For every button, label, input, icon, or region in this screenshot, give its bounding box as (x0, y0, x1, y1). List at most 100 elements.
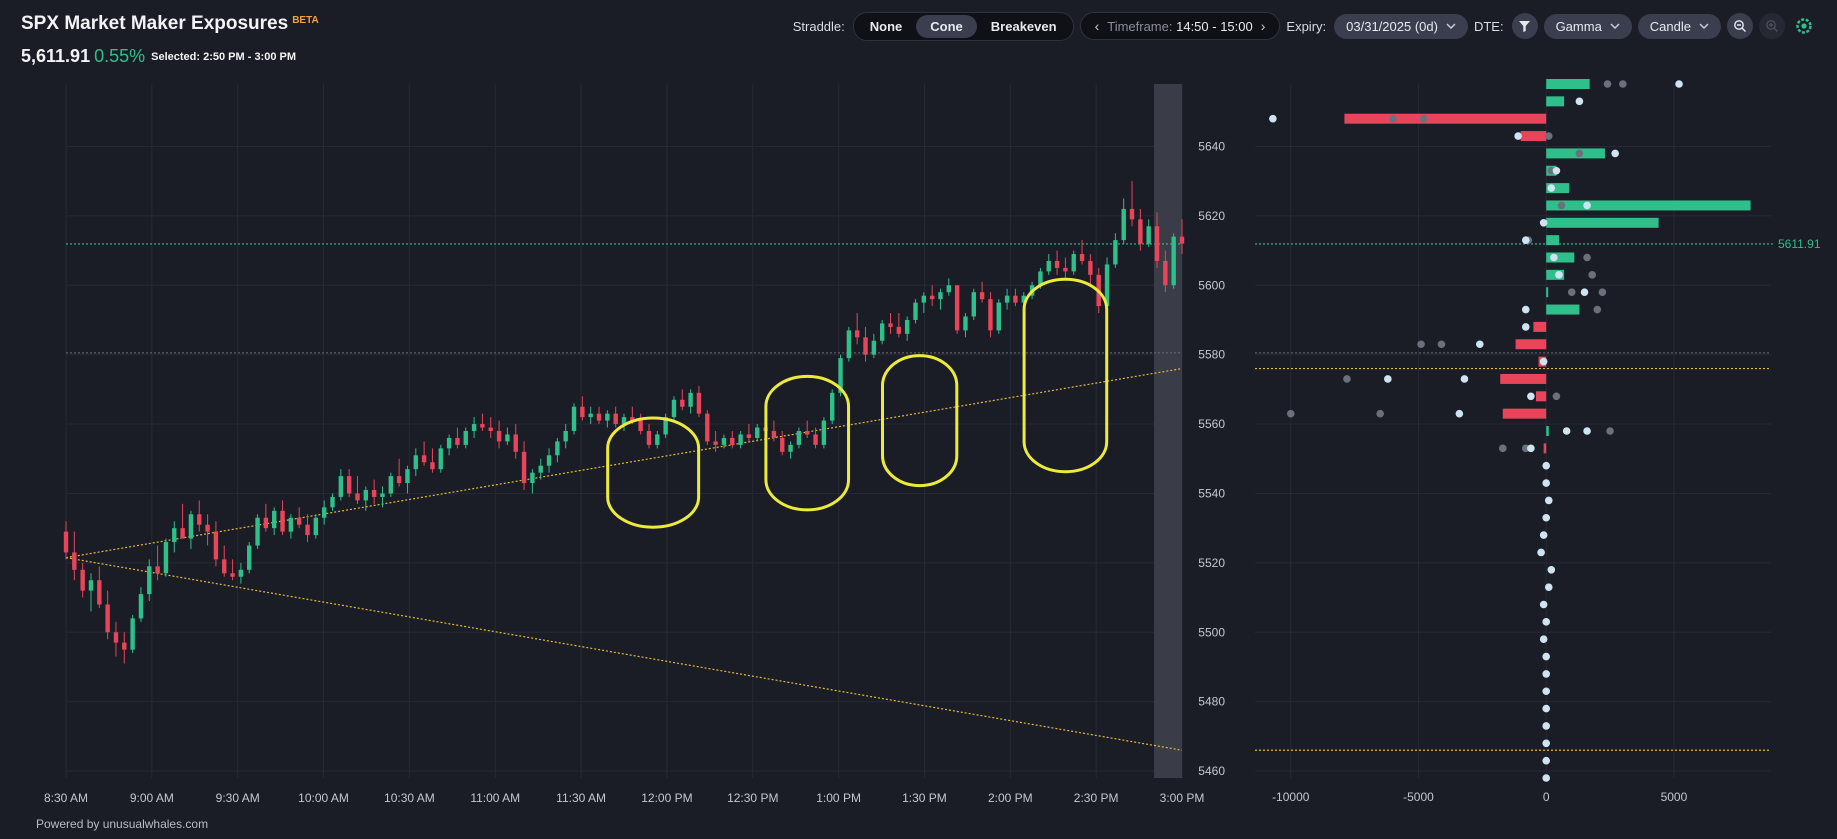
candle-body (830, 392, 835, 421)
candle-body (888, 323, 893, 327)
candle-body (904, 319, 910, 334)
candle-body (1113, 240, 1118, 265)
exposure-dot (1557, 201, 1566, 210)
candle-body (963, 316, 968, 331)
exposure-bar (1546, 217, 1659, 228)
exposure-dot (1514, 132, 1522, 140)
candle-body (463, 431, 468, 445)
exposure-dot (1619, 80, 1627, 88)
exposure-bar (1533, 321, 1547, 332)
candle-body (280, 510, 285, 532)
exposure-dot (1475, 340, 1484, 349)
exposure-bar (1502, 408, 1547, 419)
candle-body (230, 573, 235, 577)
exposure-tick-label: -10000 (1272, 790, 1310, 804)
exposure-bar (1546, 200, 1751, 211)
exposure-dot (1460, 375, 1469, 383)
candle-body (1054, 260, 1060, 268)
exposure-dot (1542, 739, 1551, 748)
exposure-dot (1583, 253, 1591, 262)
candle-body (88, 580, 94, 591)
current-price-label: 5611.91 (1778, 237, 1821, 251)
candle-body (313, 517, 319, 536)
highlight-oval (764, 374, 851, 512)
exposure-bar (1546, 426, 1549, 436)
exposure-dot (1575, 97, 1584, 106)
candle-body (1013, 295, 1018, 303)
candle-body (180, 528, 185, 539)
candle-body (496, 431, 502, 442)
exposure-dot (1376, 409, 1384, 418)
time-tick-label: 1:00 PM (816, 791, 861, 805)
candle-body (796, 431, 802, 445)
exposure-dot (1603, 80, 1612, 88)
strike-tick-label: 5460 (1198, 764, 1225, 778)
candle-body (555, 441, 560, 456)
candle-body (421, 455, 427, 463)
candle-body (1046, 260, 1051, 272)
candle-body (813, 434, 818, 445)
time-tick-label: 11:30 AM (556, 791, 606, 805)
candle-body (638, 420, 643, 431)
exposure-tick-label: 5000 (1661, 790, 1688, 804)
candle-body (113, 632, 119, 643)
candle-body (854, 330, 860, 338)
candle-body (863, 337, 868, 355)
candle-body (988, 299, 993, 331)
candle-body (605, 413, 610, 421)
exposure-dot (1542, 618, 1551, 626)
candle-body (147, 566, 152, 595)
candle-body (363, 489, 369, 501)
candle-body (521, 451, 527, 484)
exposure-dot (1567, 288, 1576, 297)
time-tick-label: 8:30 AM (44, 791, 88, 805)
candle-body (696, 392, 702, 414)
exposure-dot (1542, 652, 1551, 661)
time-tick-label: 3:00 PM (1160, 791, 1205, 805)
candle-body (580, 406, 585, 418)
candle-body (563, 431, 568, 442)
exposure-dot (1521, 305, 1530, 314)
candle-body (346, 476, 352, 494)
candle-body (996, 302, 1001, 331)
candle-body (305, 524, 310, 536)
candle-body (846, 330, 852, 359)
candle-body (130, 618, 135, 650)
candle-body (388, 476, 394, 494)
exposure-dot (1542, 670, 1551, 678)
candle-body (1129, 208, 1135, 220)
candle-body (163, 542, 169, 574)
exposure-dot (1527, 444, 1535, 453)
exposure-dot (1611, 149, 1619, 158)
candle-body (954, 285, 960, 331)
candle-body (946, 285, 952, 293)
candle-body (1138, 219, 1143, 244)
candle-body (288, 517, 294, 532)
time-tick-label: 1:30 PM (902, 791, 947, 805)
strike-tick-label: 5480 (1198, 695, 1225, 709)
candle-body (413, 455, 418, 470)
exposure-dot (1384, 375, 1392, 383)
exposure-dot (1547, 566, 1556, 574)
exposure-dot (1552, 166, 1561, 175)
exposure-bar (1546, 287, 1549, 298)
strike-tick-label: 5600 (1198, 278, 1225, 292)
candle-body (1063, 267, 1068, 272)
candle-body (488, 427, 493, 431)
exposure-dot (1542, 687, 1551, 696)
exposure-dot (1539, 600, 1548, 609)
candle-body (688, 392, 693, 407)
candle-body (247, 545, 252, 570)
candle-body (330, 496, 335, 508)
exposure-dot (1542, 461, 1551, 470)
candle-body (746, 434, 752, 438)
exposure-dot (1389, 114, 1397, 123)
candle-body (263, 517, 269, 529)
candle-body (655, 434, 660, 445)
candle-body (646, 431, 652, 445)
exposure-bar (1546, 79, 1590, 89)
candle-body (480, 424, 485, 428)
exposure-bar (1344, 113, 1547, 124)
exposure-dot (1542, 722, 1551, 730)
selected-interval-shade (1154, 84, 1182, 778)
